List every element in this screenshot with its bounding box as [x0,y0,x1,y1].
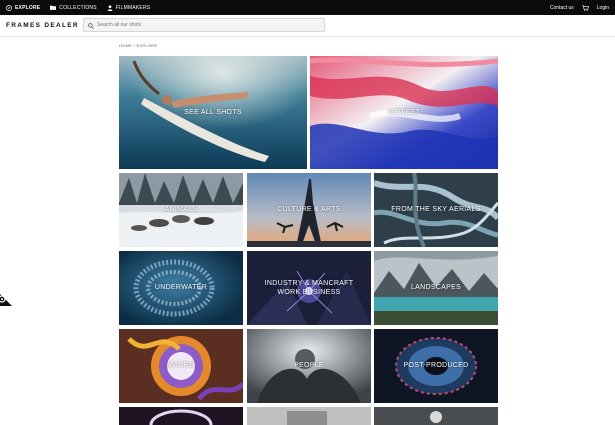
breadcrumb-home[interactable]: HOME [119,43,132,48]
tile-label: ANIMALS [164,206,198,214]
compass-icon [6,4,12,11]
nav-explore[interactable]: EXPLORE [6,5,40,11]
nav-filmmakers-label: FILMMAKERS [115,4,151,11]
cart-icon[interactable] [581,4,589,11]
category-tile-post-produced[interactable]: POST-PRODUCED [374,329,498,403]
folder-icon [50,5,57,10]
login-link[interactable]: Login [597,5,609,11]
category-tile-macro[interactable]: MACRO [119,329,243,403]
nav-explore-label: EXPLORE [15,4,41,11]
nav-collections[interactable]: COLLECTIONS [50,5,97,11]
breadcrumb-current: EXPLORE [136,43,158,48]
category-tile-partial-3[interactable] [374,407,498,425]
search-box [83,18,325,32]
tile-image-grey [247,407,371,425]
tile-label: CULTURE & ARTS [277,206,341,214]
category-tile-partial-1[interactable] [119,407,243,425]
search-icon [88,16,94,34]
tile-label: PEOPLE [294,362,324,370]
tile-image-ring [119,407,243,425]
nav-collections-label: COLLECTIONS [59,4,97,11]
category-tile-partial-2[interactable] [247,407,371,425]
top-bar: EXPLORE COLLECTIONS FILMMAKERS Contact u… [0,0,615,15]
category-tile-underwater[interactable]: UNDERWATER [119,251,243,325]
category-tile-culture-arts[interactable]: CULTURE & ARTS [247,173,371,247]
gear-icon [0,293,12,310]
tile-image-moto [374,407,498,425]
tile-label: LANDSCAPES [410,284,462,292]
category-tile-landscapes[interactable]: LANDSCAPES [374,251,498,325]
contact-us-link[interactable]: Contact us [550,5,574,11]
tile-label: NEWEST [388,108,420,116]
category-tile-see-all-shots[interactable]: SEE ALL SHOTS [119,56,307,169]
breadcrumb: HOME / EXPLORE [119,43,157,48]
category-tile-animals[interactable]: ANIMALS [119,173,243,247]
tile-label: POST-PRODUCED [403,362,469,370]
category-tile-industry[interactable]: INDUSTRY & MANCRAFT WORK BUSINESS [247,251,371,325]
site-logo[interactable]: FRAMES DEALER [6,22,79,29]
tile-label: FROM THE SKY AERIALS [391,206,481,214]
top-bar-right: Contact us Login [550,0,609,15]
category-tile-people[interactable]: PEOPLE [247,329,371,403]
search-input[interactable] [97,22,317,28]
tile-label: MACRO [167,362,195,370]
category-tile-from-the-sky-aerials[interactable]: FROM THE SKY AERIALS [374,173,498,247]
settings-widget[interactable] [0,288,12,306]
tile-label: INDUSTRY & MANCRAFT WORK BUSINESS [264,279,354,296]
category-tile-newest[interactable]: NEWEST [310,56,498,169]
tile-label: SEE ALL SHOTS [184,108,242,116]
nav-filmmakers[interactable]: FILMMAKERS [107,5,151,11]
tile-label: UNDERWATER [154,284,208,292]
user-icon [107,4,113,11]
site-header: FRAMES DEALER [0,15,615,37]
main-nav: EXPLORE COLLECTIONS FILMMAKERS [6,0,150,15]
